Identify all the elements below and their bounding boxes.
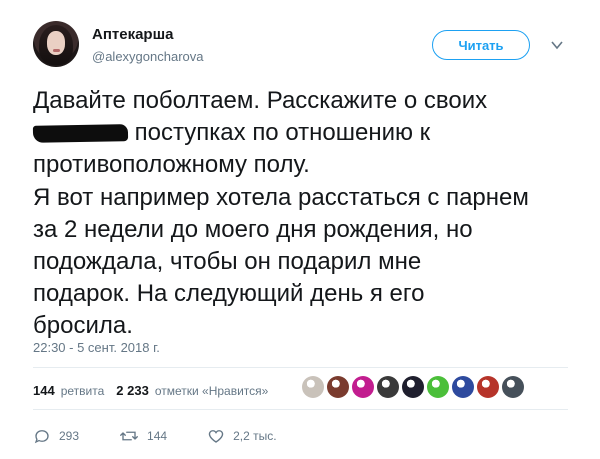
heart-icon [208, 430, 224, 443]
like-action[interactable]: 2,2 тыс. [207, 427, 277, 445]
likers-avatars [302, 376, 524, 398]
likes-label[interactable]: отметки «Нравится» [155, 384, 269, 398]
retweet-icon [120, 431, 138, 441]
liker-avatar[interactable] [377, 376, 399, 398]
liker-avatar[interactable] [402, 376, 424, 398]
reply-action[interactable]: 293 [33, 427, 79, 445]
avatar-lips [53, 49, 60, 52]
liker-avatar[interactable] [427, 376, 449, 398]
tweet-line: поступках по отношению к [128, 119, 431, 147]
retweets-label[interactable]: ретвита [61, 384, 105, 398]
tweet-text: Давайте поболтаем. Расскажите о своих по… [32, 85, 578, 343]
tweet-line: подождала, чтобы он подарил мне [33, 248, 422, 276]
liker-avatar[interactable] [327, 376, 349, 398]
tweet-line: Я вот например хотела расстаться с парне… [33, 183, 529, 211]
tweet-line: за 2 недели до моего дня рождения, но [33, 215, 473, 243]
liker-avatar[interactable] [452, 376, 474, 398]
tweet-line: подарок. На следующий день я его [33, 280, 425, 308]
liker-avatar[interactable] [352, 376, 374, 398]
likes-count[interactable]: 2 233 [116, 383, 149, 398]
retweet-action[interactable]: 144 [119, 427, 167, 445]
follow-button[interactable]: Читать [432, 30, 530, 60]
tweet-line: Давайте поболтаем. Расскажите о своих [33, 87, 488, 114]
divider-bottom [33, 409, 568, 410]
like-count: 2,2 тыс. [233, 429, 277, 443]
tweet-line: бросила. [33, 312, 133, 340]
retweet-count: 144 [147, 429, 168, 443]
liker-avatar[interactable] [502, 376, 524, 398]
tweet-stats: 144 ретвита 2 233 отметки «Нравится» [33, 383, 268, 398]
retweets-count[interactable]: 144 [33, 383, 55, 398]
liker-avatar[interactable] [477, 376, 499, 398]
tweet-line: противоположному полу. [33, 151, 310, 179]
tweet-actions: 293 144 2,2 тыс. [33, 427, 317, 445]
reply-count: 293 [59, 429, 80, 443]
reply-icon [34, 430, 49, 444]
redaction-mark [32, 124, 129, 144]
liker-avatar[interactable] [302, 376, 324, 398]
tweet-timestamp[interactable]: 22:30 - 5 сент. 2018 г. [33, 340, 160, 355]
avatar[interactable] [33, 21, 79, 67]
user-handle[interactable]: @alexygoncharova [92, 49, 203, 64]
chevron-down-icon[interactable] [550, 38, 564, 52]
divider-top [33, 367, 568, 368]
display-name[interactable]: Аптекарша [92, 26, 173, 43]
